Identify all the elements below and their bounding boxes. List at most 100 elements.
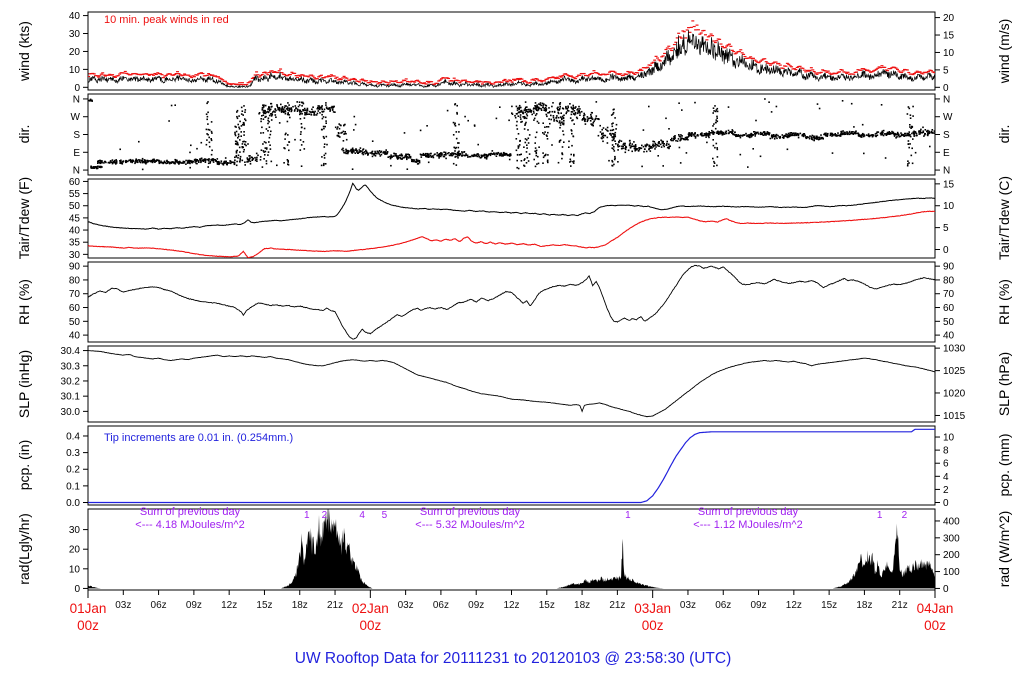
svg-text:0.3: 0.3 (66, 448, 80, 459)
panel-tair (87, 178, 936, 259)
svg-text:80: 80 (943, 275, 955, 286)
svg-text:70: 70 (69, 289, 81, 300)
svg-text:00z: 00z (359, 618, 381, 633)
rad-sum-annotation-day2: Sum of previous day <--- 5.32 MJoules/m^… (358, 506, 582, 532)
svg-text:00z: 00z (642, 618, 664, 633)
svg-text:40: 40 (69, 331, 81, 342)
svg-text:21z: 21z (609, 600, 625, 611)
axis-label-slp-left: SLP (inHg) (16, 349, 32, 419)
svg-text:60: 60 (69, 303, 81, 314)
svg-text:60: 60 (943, 303, 955, 314)
svg-text:18z: 18z (574, 600, 590, 611)
rad-sum-annotation-day3: Sum of previous day <--- 1.12 MJoules/m^… (636, 506, 860, 532)
svg-text:30: 30 (69, 250, 81, 261)
svg-text:N: N (943, 94, 950, 105)
svg-text:00z: 00z (924, 618, 946, 633)
svg-text:15z: 15z (821, 600, 837, 611)
svg-text:30.4: 30.4 (61, 346, 81, 357)
svg-text:1: 1 (304, 510, 310, 521)
svg-text:04Jan: 04Jan (917, 601, 954, 616)
svg-text:12z: 12z (503, 600, 519, 611)
rad-sum-title: Sum of previous day (419, 506, 521, 518)
svg-text:4: 4 (943, 472, 949, 483)
svg-text:0: 0 (74, 83, 80, 94)
svg-text:15z: 15z (539, 600, 555, 611)
svg-text:0: 0 (943, 83, 949, 94)
svg-text:03z: 03z (398, 600, 414, 611)
svg-text:2: 2 (902, 510, 908, 521)
svg-text:06z: 06z (151, 600, 167, 611)
dir-scatter (88, 98, 935, 171)
svg-text:200: 200 (943, 550, 960, 561)
svg-text:1020: 1020 (943, 388, 966, 399)
svg-text:E: E (73, 148, 80, 159)
svg-text:20: 20 (69, 47, 81, 58)
svg-text:15: 15 (943, 179, 955, 190)
svg-text:50: 50 (943, 317, 955, 328)
svg-text:35: 35 (69, 238, 81, 249)
svg-text:12z: 12z (221, 600, 237, 611)
wind-peak-note: 10 min. peak winds in red (104, 14, 229, 26)
svg-text:06z: 06z (715, 600, 731, 611)
svg-text:30: 30 (69, 29, 81, 40)
svg-text:5: 5 (943, 223, 949, 234)
svg-text:2: 2 (322, 510, 328, 521)
svg-text:50: 50 (69, 317, 81, 328)
svg-text:30.3: 30.3 (61, 361, 81, 372)
axis-label-rad-left: rad(Lgly/hr) (16, 513, 32, 585)
svg-text:80: 80 (69, 275, 81, 286)
svg-text:1: 1 (625, 510, 631, 521)
svg-text:S: S (943, 130, 950, 141)
rad-sum-title: Sum of previous day (139, 506, 241, 518)
svg-text:10: 10 (943, 433, 955, 444)
svg-text:E: E (943, 148, 950, 159)
svg-text:100: 100 (943, 567, 960, 578)
axis-label-slp-right: SLP (hPa) (996, 351, 1012, 417)
weather-plot-page: 0 10 20 30 40 0 5 10 15 20 N E S W N N E S W N 30 35 40 45 50 55 6… (0, 0, 1024, 700)
svg-text:0.1: 0.1 (66, 481, 80, 492)
svg-text:1030: 1030 (943, 344, 966, 355)
axis-label-dir-left: dir. (16, 124, 32, 144)
svg-text:03z: 03z (115, 600, 131, 611)
axis-label-rad-right: rad (W/m^2) (996, 510, 1012, 588)
svg-text:09z: 09z (186, 600, 202, 611)
svg-text:09z: 09z (468, 600, 484, 611)
svg-text:30.1: 30.1 (61, 392, 81, 403)
svg-text:06z: 06z (433, 600, 449, 611)
svg-text:20: 20 (943, 13, 955, 24)
svg-text:18z: 18z (292, 600, 308, 611)
svg-text:03z: 03z (680, 600, 696, 611)
axis-label-wind-left: wind (kts) (16, 21, 32, 81)
svg-text:70: 70 (943, 289, 955, 300)
svg-text:1015: 1015 (943, 411, 966, 422)
svg-text:0: 0 (943, 245, 949, 256)
svg-text:40: 40 (943, 331, 955, 342)
axis-label-tair-right: Tair/Tdew (C) (996, 175, 1012, 261)
svg-text:1: 1 (877, 510, 883, 521)
svg-text:10: 10 (943, 48, 955, 59)
rad-sum-value: <--- 1.12 MJoules/m^2 (693, 519, 803, 531)
svg-text:02Jan: 02Jan (352, 601, 389, 616)
rad-sum-value: <--- 5.32 MJoules/m^2 (415, 519, 525, 531)
chart-title: UW Rooftop Data for 20111231 to 20120103… (294, 650, 732, 667)
svg-text:W: W (71, 112, 81, 123)
pcp-tip-note: Tip increments are 0.01 in. (0.254mm.) (104, 432, 294, 444)
svg-text:03Jan: 03Jan (634, 601, 671, 616)
svg-text:1025: 1025 (943, 366, 966, 377)
svg-text:S: S (73, 130, 80, 141)
axis-label-rh-right: RH (%) (996, 279, 1012, 325)
svg-text:0: 0 (943, 498, 949, 509)
svg-text:40: 40 (69, 11, 81, 22)
svg-text:0: 0 (943, 584, 949, 595)
svg-text:45: 45 (69, 213, 81, 224)
rad-sum-title: Sum of previous day (697, 506, 799, 518)
svg-text:90: 90 (943, 262, 955, 273)
svg-text:40: 40 (69, 226, 81, 237)
svg-text:00z: 00z (77, 618, 99, 633)
svg-text:50: 50 (69, 201, 81, 212)
rad-sum-value: <--- 4.18 MJoules/m^2 (135, 519, 245, 531)
svg-text:30.0: 30.0 (61, 407, 81, 418)
svg-text:21z: 21z (892, 600, 908, 611)
svg-text:55: 55 (69, 189, 81, 200)
axis-label-pcp-left: pcp. (in) (16, 439, 32, 491)
